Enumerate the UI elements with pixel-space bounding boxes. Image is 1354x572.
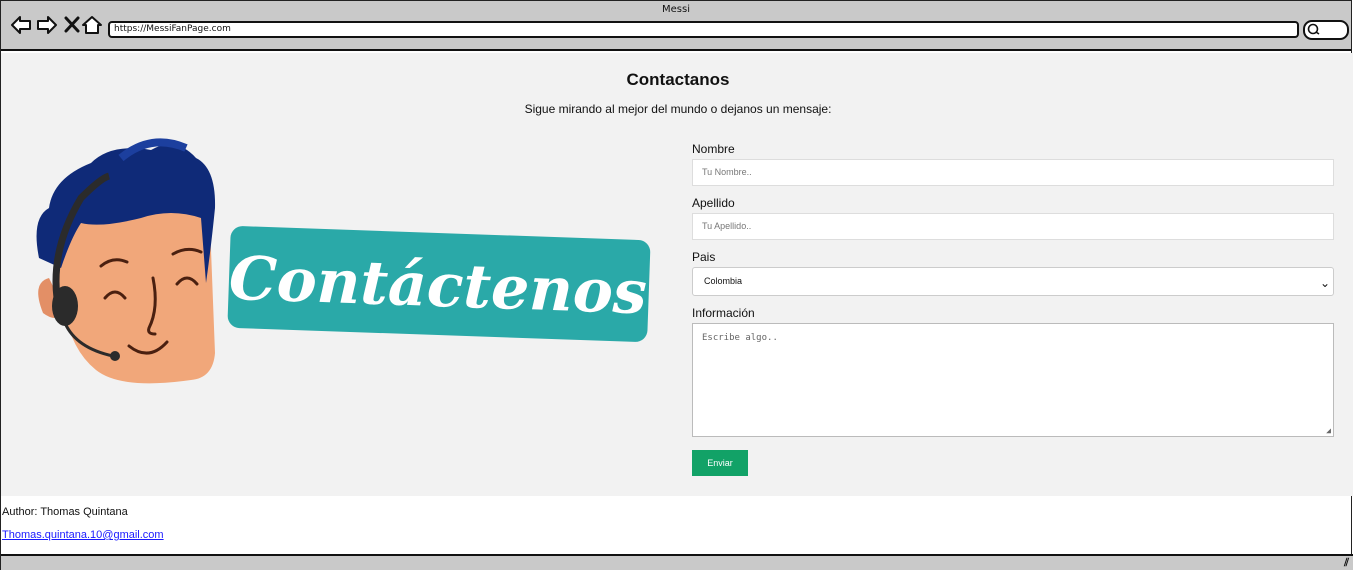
forward-arrow-icon[interactable]: [36, 14, 58, 36]
contact-illustration: Contáctenos: [36, 138, 651, 384]
footer-email-link[interactable]: Thomas.quintana.10@gmail.com: [2, 529, 164, 541]
home-icon[interactable]: [81, 14, 103, 36]
page-title: Contactanos: [626, 70, 730, 89]
svg-text:Contáctenos: Contáctenos: [228, 244, 648, 329]
nombre-label: Nombre: [692, 142, 735, 156]
pais-select[interactable]: Colombia ⌄: [692, 267, 1334, 296]
contact-section: Contactanos Sigue mirando al mejor del m…: [1, 53, 1353, 496]
chevron-down-icon: ⌄: [1319, 276, 1330, 290]
browser-toolbar: Messi https://MessiFanPage.com: [1, 1, 1351, 51]
informacion-label: Información: [692, 306, 755, 320]
apellido-input[interactable]: Tu Apellido..: [692, 213, 1334, 240]
enviar-button[interactable]: Enviar: [692, 450, 748, 476]
nombre-input[interactable]: Tu Nombre..: [692, 159, 1334, 186]
close-icon[interactable]: [61, 14, 83, 36]
apellido-label: Apellido: [692, 196, 735, 210]
pais-selected-value: Colombia: [704, 276, 743, 286]
window-title: Messi: [662, 4, 690, 15]
search-icon: [1307, 23, 1320, 35]
address-bar[interactable]: https://MessiFanPage.com: [108, 21, 1299, 38]
informacion-placeholder: Escribe algo..: [702, 333, 778, 343]
page-subtitle: Sigue mirando al mejor del mundo o dejan…: [524, 102, 832, 116]
status-bar: ⫽: [1, 554, 1353, 570]
informacion-textarea[interactable]: Escribe algo.. ◢: [692, 323, 1334, 437]
back-arrow-icon[interactable]: [10, 14, 32, 36]
pais-label: Pais: [692, 250, 716, 264]
footer-author: Author: Thomas Quintana: [2, 506, 128, 518]
search-box[interactable]: [1303, 20, 1349, 40]
contact-form: Nombre Tu Nombre.. Apellido Tu Apellido.…: [692, 141, 1334, 476]
resize-grip-icon[interactable]: ◢: [1326, 426, 1331, 435]
window-resize-icon[interactable]: ⫽: [1344, 557, 1349, 570]
browser-window: Messi https://MessiFanPage.com Contactan…: [0, 0, 1353, 570]
